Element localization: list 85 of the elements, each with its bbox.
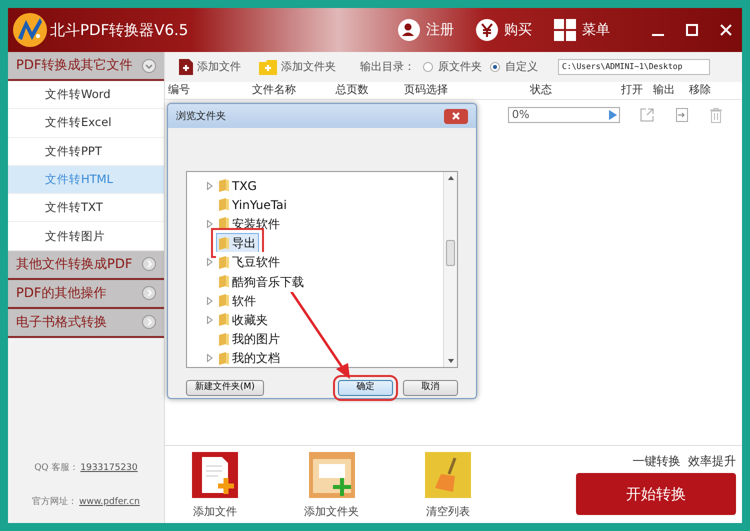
broom-icon: [425, 452, 471, 498]
chevron-right-icon: [142, 286, 156, 300]
expand-arrow-icon[interactable]: [207, 220, 213, 228]
radio-button[interactable]: [490, 62, 500, 72]
slogan-text: 一键转换 效率提升: [632, 453, 736, 470]
section-header[interactable]: PDF的其他操作: [8, 280, 164, 309]
file-plus-icon: [179, 59, 193, 75]
sidebar-item[interactable]: 文件转Excel: [8, 109, 164, 138]
column-header: 状态: [529, 82, 553, 98]
column-header: 编号: [168, 82, 191, 98]
column-header: 打开: [620, 82, 644, 98]
radio-option[interactable]: 原文件夹: [423, 58, 482, 76]
add-file-button[interactable]: 添加文件: [179, 58, 241, 76]
column-header: 总页数: [334, 82, 370, 98]
site-label: 官方网址：: [32, 496, 78, 508]
window-title: 北斗PDF转换器V6.5: [50, 20, 188, 41]
dialog-title: 浏览文件夹: [176, 110, 226, 124]
section-header[interactable]: 其他文件转换成PDF: [8, 250, 164, 280]
folder-icon: [219, 294, 229, 308]
folder-icon: [219, 256, 229, 269]
radio-button[interactable]: [423, 62, 433, 72]
column-header: 移除: [688, 82, 712, 98]
sidebar-item[interactable]: 文件转Word: [8, 81, 164, 110]
scroll-thumb[interactable]: [446, 240, 455, 266]
folder-icon: [219, 198, 229, 212]
sidebar-item[interactable]: 文件转图片: [8, 222, 164, 251]
add-folder-button[interactable]: 添加文件夹: [304, 452, 359, 520]
folder-icon: [219, 217, 229, 230]
section-header[interactable]: PDF转换成其它文件: [8, 52, 164, 81]
site-link[interactable]: www.pdfer.cn: [79, 496, 140, 509]
folder-icon: [219, 275, 229, 288]
close-icon: [452, 112, 460, 120]
minimize-icon: [652, 34, 664, 36]
maximize-icon: [686, 24, 698, 36]
buy-button[interactable]: 购买: [476, 19, 532, 41]
expand-arrow-icon[interactable]: [207, 296, 213, 305]
radio-option[interactable]: 自定义: [490, 58, 538, 76]
chevron-right-icon: [142, 257, 156, 272]
new-folder-button[interactable]: 新建文件夹(M): [186, 380, 264, 396]
folder-plus-icon: [259, 60, 277, 74]
scrollbar[interactable]: [443, 172, 457, 367]
column-header: 输出: [652, 82, 676, 98]
document-plus-icon: [192, 452, 238, 498]
column-header: 页码选择: [403, 82, 449, 98]
qq-link[interactable]: 1933175230: [80, 462, 138, 476]
folder-icon: [219, 313, 229, 326]
sidebar-item[interactable]: 文件转PPT: [8, 138, 164, 166]
open-external-icon: [640, 108, 654, 122]
cancel-button[interactable]: 取消: [403, 380, 458, 396]
user-icon: [398, 19, 420, 41]
clear-list-button[interactable]: 清空列表: [425, 452, 471, 520]
chevron-down-icon: [142, 58, 156, 72]
sidebar-item[interactable]: 文件转TXT: [8, 194, 164, 222]
folder-icon: [219, 179, 229, 192]
folder-icon: [219, 332, 229, 346]
add-file-button[interactable]: 添加文件: [192, 452, 238, 520]
expand-arrow-icon[interactable]: [207, 258, 213, 266]
grid-icon: [554, 19, 576, 41]
scroll-down-icon: [448, 359, 454, 363]
dialog-close-button[interactable]: [444, 108, 468, 124]
close-icon: [720, 24, 732, 36]
expand-arrow-icon[interactable]: [207, 354, 213, 362]
expand-arrow-icon[interactable]: [207, 182, 213, 190]
start-convert-button[interactable]: 开始转换: [576, 473, 736, 515]
folder-plus-icon: [308, 452, 354, 498]
folder-item[interactable]: 飞豆软件: [216, 252, 283, 272]
output-label: 输出目录：: [360, 58, 415, 75]
folder-icon: [219, 236, 229, 250]
qq-label: QQ 客服：: [34, 462, 78, 475]
column-header: 文件名称: [251, 82, 297, 98]
menu-button[interactable]: 菜单: [554, 19, 610, 41]
app-logo-icon: [12, 12, 48, 48]
add-folder-button[interactable]: 添加文件夹: [259, 58, 336, 76]
chevron-right-icon: [142, 315, 156, 330]
section-header[interactable]: 电子书格式转换: [8, 308, 164, 338]
path-field[interactable]: C:\Users\ADMINI~1\Desktop: [558, 59, 710, 75]
yen-icon: [476, 19, 498, 41]
export-icon: [676, 108, 688, 122]
user-button[interactable]: 注册: [398, 19, 454, 41]
progress-text: 0%: [512, 106, 530, 123]
expand-arrow-icon[interactable]: [207, 316, 213, 324]
scroll-up-icon: [448, 176, 454, 180]
play-icon: [609, 110, 617, 120]
folder-icon: [219, 352, 229, 365]
trash-icon: [710, 108, 722, 122]
